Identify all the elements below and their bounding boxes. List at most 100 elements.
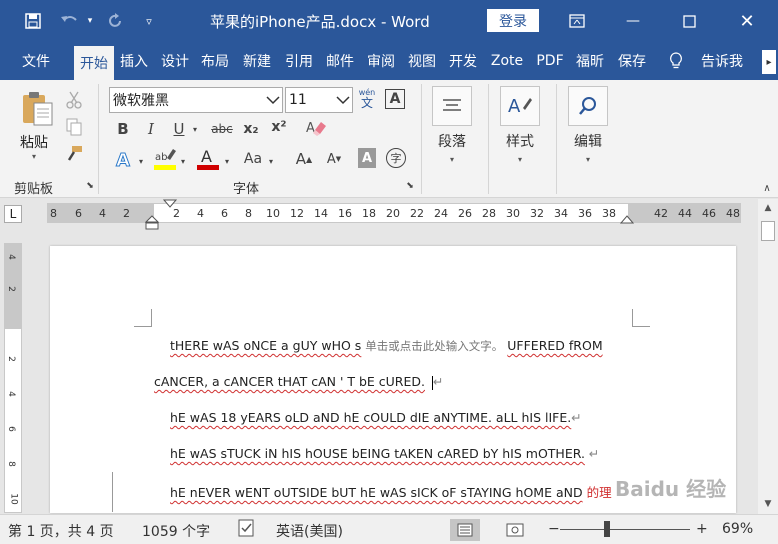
first-line-indent-marker[interactable] xyxy=(163,199,177,209)
zoom-in-button[interactable]: + xyxy=(696,521,708,537)
grow-font-icon[interactable]: A ▲ xyxy=(294,148,314,170)
underline-button[interactable]: U xyxy=(170,119,188,139)
font-size-combo[interactable]: 11 xyxy=(285,87,353,113)
italic-button[interactable]: I xyxy=(142,119,160,139)
cut-icon[interactable] xyxy=(64,90,84,110)
ruler-number: 38 xyxy=(602,207,616,220)
chevron-down-icon: ▾ xyxy=(449,155,454,164)
tab-selector[interactable]: L xyxy=(4,205,22,223)
character-shading-icon[interactable]: A xyxy=(358,148,376,168)
tab-home[interactable]: 开始 xyxy=(74,46,114,80)
ruler-number: 2 xyxy=(123,207,130,220)
tab-insert[interactable]: 插入 xyxy=(116,42,152,80)
content-control-placeholder[interactable]: 单击或点击此处输入文字。 xyxy=(365,339,503,353)
zoom-level[interactable]: 69% xyxy=(722,521,753,537)
phonetic-guide-icon[interactable]: wén 文 xyxy=(357,86,377,112)
font-launcher-icon[interactable]: ⬊ xyxy=(404,180,416,192)
font-name-combo[interactable]: 微软雅黑 xyxy=(109,87,283,113)
close-icon[interactable]: ✕ xyxy=(734,0,760,42)
ruler-number: 32 xyxy=(530,207,544,220)
document-line-3[interactable]: hE wAS 18 yEARS oLD aND hE cOULD dIE aNY… xyxy=(170,410,582,425)
change-case-dropdown-icon[interactable]: ▾ xyxy=(266,153,276,169)
change-case-button[interactable]: Aa xyxy=(240,148,266,170)
document-line-5[interactable]: hE nEVER wENT oUTSIDE bUT hE wAS sICK oF… xyxy=(170,482,612,501)
language[interactable]: 英语(美国) xyxy=(276,521,343,541)
undo-dropdown-icon[interactable]: ▾ xyxy=(84,0,96,42)
character-border-icon[interactable]: A xyxy=(385,89,405,109)
copy-icon[interactable] xyxy=(64,117,84,137)
tab-developer[interactable]: 开发 xyxy=(445,42,481,80)
font-color-dropdown-icon[interactable]: ▾ xyxy=(222,153,232,169)
login-button[interactable]: 登录 xyxy=(487,9,539,32)
right-indent-marker[interactable] xyxy=(620,215,634,225)
enclose-characters-icon[interactable]: 字 xyxy=(386,148,406,168)
subscript-button[interactable]: x₂ xyxy=(240,119,262,139)
tell-me-search[interactable]: 告诉我 xyxy=(694,42,750,80)
zoom-out-button[interactable]: − xyxy=(548,521,560,537)
collapse-ribbon-icon[interactable]: ∧ xyxy=(760,182,774,194)
zoom-slider-thumb[interactable] xyxy=(604,521,610,537)
editing-button[interactable]: 编辑 ▾ xyxy=(568,86,608,164)
text-effects-icon[interactable]: A xyxy=(112,149,134,171)
tab-design[interactable]: 设计 xyxy=(157,42,193,80)
tab-save[interactable]: 保存 xyxy=(614,42,650,80)
page-count[interactable]: 第 1 页，共 4 页 xyxy=(8,521,114,541)
ruler-number: 16 xyxy=(338,207,352,220)
ribbon-display-options-icon[interactable] xyxy=(564,0,590,42)
clipboard-launcher-icon[interactable]: ⬊ xyxy=(84,180,96,192)
styles-button[interactable]: A 样式 ▾ xyxy=(500,86,540,164)
hanging-indent-marker[interactable] xyxy=(145,215,159,231)
scroll-up-icon[interactable]: ▲ xyxy=(758,199,778,217)
tab-file[interactable]: 文件 xyxy=(10,42,62,80)
ruler-number: 20 xyxy=(386,207,400,220)
text-effects-dropdown-icon[interactable]: ▾ xyxy=(136,153,146,169)
paragraph-button[interactable]: 段落 ▾ xyxy=(432,86,472,164)
bold-button[interactable]: B xyxy=(114,119,132,139)
strikethrough-button[interactable]: abc xyxy=(209,119,235,139)
tab-zotero[interactable]: Zote xyxy=(487,42,527,80)
superscript-button[interactable]: x² xyxy=(268,117,290,137)
tabs-scroll-right-icon[interactable]: ▸ xyxy=(762,50,776,74)
vertical-scrollbar[interactable]: ▲ ▼ xyxy=(758,199,778,514)
paragraph-mark-icon: ↵ xyxy=(588,446,600,461)
document-title: 苹果的iPhone产品.docx - Word xyxy=(210,13,430,31)
tab-references[interactable]: 引用 xyxy=(281,42,317,80)
clear-formatting-icon[interactable]: A xyxy=(304,117,328,139)
shrink-font-icon[interactable]: A ▼ xyxy=(324,148,344,170)
tab-pdf[interactable]: PDF xyxy=(530,42,570,80)
word-count[interactable]: 1059 个字 xyxy=(142,521,210,541)
paste-label[interactable]: 粘贴 xyxy=(20,132,48,152)
tab-review[interactable]: 审阅 xyxy=(363,42,399,80)
scroll-down-icon[interactable]: ▼ xyxy=(758,495,778,513)
proofing-icon[interactable] xyxy=(238,519,256,541)
underline-dropdown-icon[interactable]: ▾ xyxy=(190,121,200,137)
tab-new[interactable]: 新建 xyxy=(239,42,275,80)
tab-foxit[interactable]: 福昕 xyxy=(572,42,608,80)
scrollbar-thumb[interactable] xyxy=(761,221,775,241)
font-color-icon[interactable]: A xyxy=(196,146,220,172)
tab-layout[interactable]: 布局 xyxy=(197,42,233,80)
save-icon[interactable] xyxy=(22,0,44,42)
read-mode-view-icon[interactable] xyxy=(450,519,480,541)
minimize-icon[interactable]: — xyxy=(620,0,646,42)
group-separator xyxy=(556,84,557,194)
highlight-color-icon[interactable]: ab xyxy=(153,146,177,172)
redo-icon[interactable] xyxy=(104,0,126,42)
highlight-dropdown-icon[interactable]: ▾ xyxy=(178,153,188,169)
lightbulb-icon[interactable] xyxy=(665,42,687,80)
format-painter-icon[interactable] xyxy=(64,144,84,164)
document-line-2[interactable]: cANCER, a cANCER tHAT cAN ' T bE cURED. … xyxy=(154,374,443,390)
customize-quick-access-icon[interactable]: ▿ xyxy=(140,0,158,42)
tab-mailings[interactable]: 邮件 xyxy=(322,42,358,80)
zoom-slider-track[interactable] xyxy=(560,529,690,530)
tab-view[interactable]: 视图 xyxy=(404,42,440,80)
document-line-4[interactable]: hE wAS sTUCK iN hIS hOUSE bEING tAKEN cA… xyxy=(170,446,599,461)
paste-icon[interactable] xyxy=(18,90,56,128)
vertical-ruler[interactable]: 4 2 2 4 6 8 10 xyxy=(4,243,22,513)
web-layout-view-icon[interactable] xyxy=(500,519,530,541)
document-line-1[interactable]: tHERE wAS oNCE a gUY wHO s 单击或点击此处输入文字。 … xyxy=(170,338,603,354)
undo-icon[interactable] xyxy=(58,0,80,42)
paste-dropdown-icon[interactable]: ▾ xyxy=(32,152,36,161)
text-run: hE nEVER wENT oUTSIDE bUT hE wAS sICK oF… xyxy=(170,485,583,500)
maximize-icon[interactable] xyxy=(676,0,702,42)
